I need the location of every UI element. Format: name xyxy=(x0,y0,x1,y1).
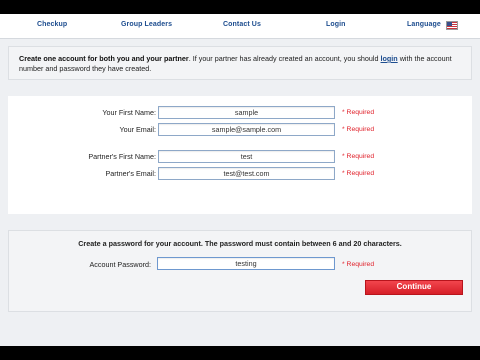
nav-contact-us[interactable]: Contact Us xyxy=(223,21,261,28)
password-panel: Create a password for your account. The … xyxy=(8,230,472,312)
nav-language[interactable]: Language xyxy=(407,21,441,28)
login-link[interactable]: login xyxy=(381,54,398,63)
account-form: Your First Name: * Required Your Email: … xyxy=(8,96,472,214)
top-navigation: Checkup Group Leaders Contact Us Login L… xyxy=(0,14,480,39)
partner-first-name-label: Partner's First Name: xyxy=(88,152,156,161)
first-name-label: Your First Name: xyxy=(102,108,156,117)
nav-checkup[interactable]: Checkup xyxy=(37,21,67,28)
email-input[interactable] xyxy=(158,123,335,136)
intro-bold-text: Create one account for both you and your… xyxy=(19,54,189,63)
partner-email-input[interactable] xyxy=(158,167,335,180)
partner-email-required: * Required xyxy=(342,170,375,177)
nav-group-leaders[interactable]: Group Leaders xyxy=(121,21,172,28)
intro-text: Create one account for both you and your… xyxy=(19,54,459,74)
first-name-input[interactable] xyxy=(158,106,335,119)
nav-login[interactable]: Login xyxy=(326,21,346,28)
first-name-required: * Required xyxy=(342,109,375,116)
partner-email-label: Partner's Email: xyxy=(105,169,156,178)
password-required: * Required xyxy=(342,261,375,268)
password-label: Account Password: xyxy=(89,260,151,269)
intro-text-part1: . If your partner has already created an… xyxy=(188,54,379,63)
registration-screen: Checkup Group Leaders Contact Us Login L… xyxy=(0,14,480,346)
continue-button[interactable]: Continue xyxy=(365,280,463,295)
email-required: * Required xyxy=(342,126,375,133)
email-label: Your Email: xyxy=(119,125,157,134)
intro-panel: Create one account for both you and your… xyxy=(8,46,472,80)
password-input[interactable] xyxy=(157,257,335,270)
password-instructions: Create a password for your account. The … xyxy=(78,239,402,248)
partner-first-name-input[interactable] xyxy=(158,150,335,163)
us-flag-icon[interactable] xyxy=(446,21,458,30)
partner-first-name-required: * Required xyxy=(342,153,375,160)
